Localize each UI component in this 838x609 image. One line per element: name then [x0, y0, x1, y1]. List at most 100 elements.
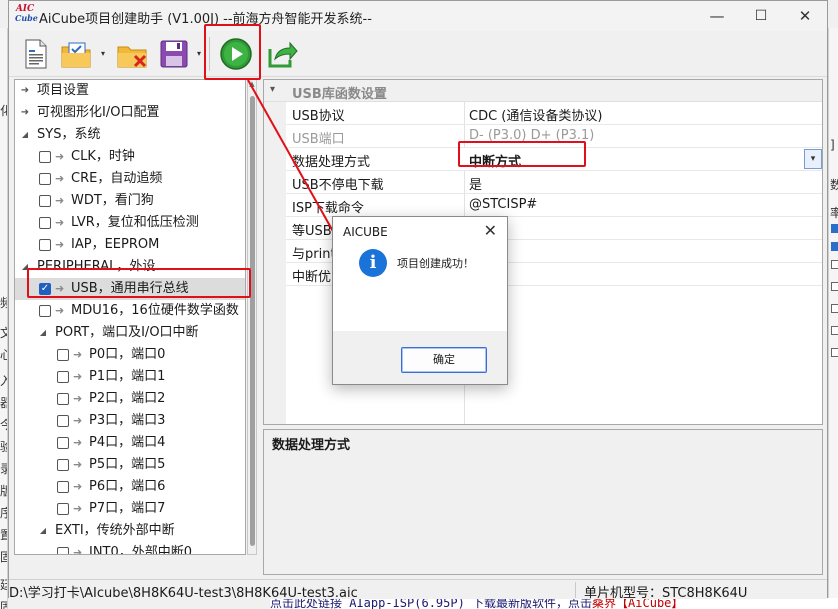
tree-item[interactable]: ➜ CRE，自动追频: [15, 168, 245, 190]
new-document-icon[interactable]: [19, 37, 53, 71]
tree-item-label: CRE，自动追频: [71, 171, 163, 186]
tree-item[interactable]: ➜ CLK，时钟: [15, 146, 245, 168]
tree-checkbox[interactable]: [57, 547, 69, 554]
tree-item[interactable]: ➜ IAP，EEPROM: [15, 234, 245, 256]
toolbar: ▾ ▾: [9, 31, 827, 77]
bg-left-text: 置: [0, 526, 7, 543]
project-path: D:\学习打卡\AIcube\8H8K64U-test3\8H8K64U-tes…: [9, 586, 358, 601]
delete-folder-icon[interactable]: [115, 37, 149, 71]
arrow-right-icon: ➜: [20, 107, 30, 118]
property-row[interactable]: USB不停电下载 是: [286, 171, 822, 194]
tree-item[interactable]: ➜ P1口，端口1: [15, 366, 245, 388]
tree-checkbox[interactable]: [57, 481, 69, 493]
tree-checkbox[interactable]: [57, 437, 69, 449]
tree-item[interactable]: ◢ SYS，系统: [15, 124, 245, 146]
ok-button[interactable]: 确定: [401, 347, 487, 373]
bg-left-text: 固: [0, 598, 7, 609]
bg-right-checkbox: [831, 304, 838, 313]
tree-checkbox[interactable]: [57, 349, 69, 361]
tree-item[interactable]: ➜ P3口，端口3: [15, 410, 245, 432]
arrow-right-icon: ➜: [73, 414, 83, 427]
tree-item[interactable]: ➜ WDT，看门狗: [15, 190, 245, 212]
tree-item-label: EXTI，传统外部中断: [55, 523, 175, 538]
arrow-right-icon: ➜: [55, 216, 65, 229]
tree-item[interactable]: ➜ P7口，端口7: [15, 498, 245, 520]
property-value[interactable]: CDC (通信设备类协议): [469, 105, 602, 124]
tree-item-label: SYS，系统: [37, 127, 101, 142]
tree-item-label: P5口，端口5: [89, 457, 166, 472]
tree-item[interactable]: ➜ P5口，端口5: [15, 454, 245, 476]
arrow-right-icon: ➜: [20, 85, 30, 96]
export-share-icon[interactable]: [265, 37, 299, 71]
tree-item[interactable]: ➜ P2口，端口2: [15, 388, 245, 410]
tree-checkbox[interactable]: [39, 195, 51, 207]
scrollbar-thumb[interactable]: [250, 96, 255, 546]
open-dropdown-chevron-icon[interactable]: ▾: [101, 49, 109, 58]
property-value[interactable]: 是: [469, 174, 482, 193]
arrow-right-icon: ➜: [55, 194, 65, 207]
tree-checkbox[interactable]: [57, 503, 69, 515]
usb-item-highlight: [27, 268, 251, 298]
arrow-right-icon: ➜: [73, 546, 83, 555]
tree-checkbox[interactable]: [39, 173, 51, 185]
arrow-right-icon: ➜: [73, 370, 83, 383]
tree-checkbox[interactable]: [57, 393, 69, 405]
collapse-icon[interactable]: ▾: [270, 84, 275, 95]
expand-triangle-icon[interactable]: ◢: [37, 322, 49, 344]
tree-checkbox[interactable]: [39, 239, 51, 251]
tree-item-label: MDU16，16位硬件数学函数: [71, 303, 239, 318]
peripheral-tree: ➜ 项目设置 ➜ 可视图形化I/O口配置 ◢ SYS，系统 ➜ CLK，时钟 ➜ CRE，自动追频…: [14, 79, 246, 555]
scroll-up-arrow-icon[interactable]: ▲: [248, 80, 256, 88]
property-value[interactable]: @STCISP#: [469, 197, 537, 212]
tree-item[interactable]: ➜ 可视图形化I/O口配置: [15, 102, 245, 124]
bg-left-text: 序: [0, 504, 7, 521]
bg-left-text: 化: [0, 102, 7, 119]
expand-triangle-icon[interactable]: ◢: [19, 124, 31, 146]
save-disk-icon[interactable]: [157, 37, 191, 71]
tree-item[interactable]: ➜ P4口，端口4: [15, 432, 245, 454]
tree-checkbox[interactable]: [39, 217, 51, 229]
bg-right-checkbox: [831, 242, 838, 251]
open-folder-check-icon[interactable]: [59, 37, 93, 71]
tree-item[interactable]: ➜ P6口，端口6: [15, 476, 245, 498]
tree-item[interactable]: ➜ 项目设置: [15, 80, 245, 102]
grid-gutter: [264, 102, 286, 424]
tree-checkbox[interactable]: [39, 151, 51, 163]
tree-item[interactable]: ➜ LVR，复位和低压检测: [15, 212, 245, 234]
tree-scrollbar[interactable]: ▲: [247, 79, 257, 555]
maximize-button[interactable]: ☐: [739, 1, 783, 31]
tree-item-label: PORT，端口及I/O口中断: [55, 325, 199, 340]
minimize-button[interactable]: —: [695, 1, 739, 31]
expand-triangle-icon[interactable]: ◢: [37, 520, 49, 542]
status-bar: D:\学习打卡\AIcube\8H8K64U-test3\8H8K64U-tes…: [9, 579, 827, 601]
close-button[interactable]: ✕: [783, 1, 827, 31]
tree-checkbox[interactable]: [39, 305, 51, 317]
tree-item[interactable]: ➜ INT0，外部中断0: [15, 542, 245, 555]
description-title: 数据处理方式: [272, 438, 351, 453]
value-dropdown-icon[interactable]: ▾: [804, 149, 822, 169]
tree-item-label: IAP，EEPROM: [71, 237, 160, 252]
property-row[interactable]: USB协议 CDC (通信设备类协议): [286, 102, 822, 125]
property-category-header[interactable]: ▾ USB库函数设置: [264, 80, 822, 102]
property-row[interactable]: ISP下载命令 @STCISP#: [286, 194, 822, 217]
tree-item[interactable]: ➜ P0口，端口0: [15, 344, 245, 366]
tree-checkbox[interactable]: [57, 415, 69, 427]
tree-item-label: P4口，端口4: [89, 435, 166, 450]
arrow-right-icon: ➜: [55, 304, 65, 317]
property-key: USB协议: [292, 109, 345, 124]
tree-checkbox[interactable]: [57, 371, 69, 383]
run-button-highlight: [204, 24, 261, 80]
logo-bottom: Cube: [15, 13, 38, 23]
tree-item[interactable]: ◢ PORT，端口及I/O口中断: [15, 322, 245, 344]
property-key: USB不停电下载: [292, 178, 384, 193]
bg-left-text: 录: [0, 460, 7, 477]
tree-item-label: WDT，看门狗: [71, 193, 154, 208]
bg-left-text: 入: [0, 372, 7, 389]
dialog-close-icon[interactable]: ✕: [484, 221, 497, 240]
property-key: ISP下载命令: [292, 201, 364, 216]
tree-checkbox[interactable]: [57, 459, 69, 471]
tree-item-label: P1口，端口1: [89, 369, 166, 384]
tree-item-label: P0口，端口0: [89, 347, 166, 362]
tree-item[interactable]: ➜ MDU16，16位硬件数学函数: [15, 300, 245, 322]
tree-item[interactable]: ◢ EXTI，传统外部中断: [15, 520, 245, 542]
